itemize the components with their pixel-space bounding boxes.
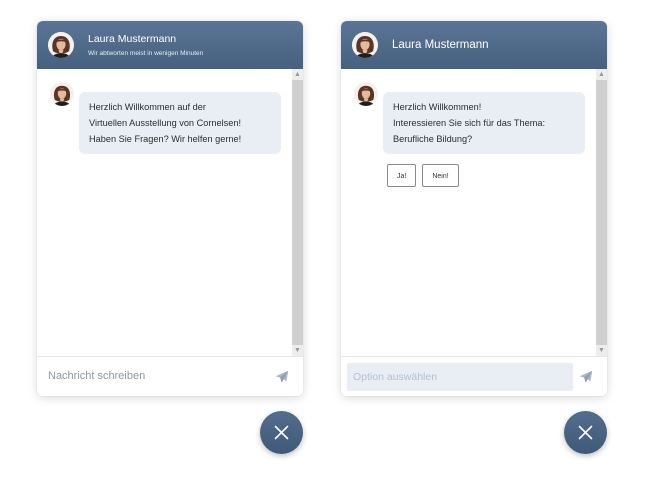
scroll-thumb[interactable] bbox=[292, 80, 303, 345]
message-line: Haben Sie Fragen? Wir helfen gerne! bbox=[89, 134, 242, 144]
scroll-down-icon[interactable]: ▼ bbox=[596, 345, 607, 356]
agent-status: Wir abtworten meist in wenigen Minuten bbox=[88, 50, 204, 57]
scrollbar[interactable]: ▲ ▼ bbox=[596, 69, 607, 356]
option-yes-button[interactable]: Ja! bbox=[387, 164, 417, 187]
message-line: Berufliche Bildung? bbox=[393, 134, 473, 144]
agent-avatar bbox=[352, 32, 378, 58]
message-line: Virtuellen Ausstellung von Cornelsen! bbox=[89, 118, 242, 128]
chat-header: Laura Mustermann Wir abtworten meist in … bbox=[37, 21, 303, 69]
scroll-up-icon[interactable]: ▲ bbox=[292, 69, 303, 80]
chat-messages: Herzlich Willkommen auf der Virtuellen A… bbox=[37, 69, 303, 356]
message-bubble: Herzlich Willkommen auf der Virtuellen A… bbox=[79, 92, 281, 154]
scroll-thumb[interactable] bbox=[596, 80, 607, 345]
message-line: Interessieren Sie sich für das Thema: bbox=[393, 118, 546, 128]
close-chat-button[interactable] bbox=[260, 411, 303, 454]
chat-widget-welcome: Laura Mustermann Wir abtworten meist in … bbox=[37, 21, 303, 396]
message-bubble: Herzlich Willkommen! Interessieren Sie s… bbox=[383, 92, 585, 154]
agent-name: Laura Mustermann bbox=[392, 39, 489, 51]
message-avatar bbox=[50, 82, 74, 106]
chat-header: Laura Mustermann bbox=[341, 21, 607, 69]
message-avatar bbox=[354, 82, 378, 106]
close-icon bbox=[274, 425, 289, 440]
send-icon[interactable] bbox=[275, 370, 289, 384]
scroll-down-icon[interactable]: ▼ bbox=[292, 345, 303, 356]
chat-messages: Herzlich Willkommen! Interessieren Sie s… bbox=[341, 69, 607, 356]
scrollbar[interactable]: ▲ ▼ bbox=[292, 69, 303, 356]
close-icon bbox=[578, 425, 593, 440]
scroll-up-icon[interactable]: ▲ bbox=[596, 69, 607, 80]
option-buttons: Ja! Nein! bbox=[387, 164, 465, 187]
agent-name: Laura Mustermann bbox=[88, 33, 177, 45]
message-input[interactable]: Nachricht schreiben bbox=[48, 370, 145, 382]
option-no-button[interactable]: Nein! bbox=[422, 164, 459, 187]
chat-footer: Option auswählen bbox=[341, 356, 607, 396]
option-select-input[interactable]: Option auswählen bbox=[347, 363, 573, 391]
message-line: Herzlich Willkommen auf der bbox=[89, 102, 206, 112]
stage: Laura Mustermann Wir abtworten meist in … bbox=[0, 0, 655, 477]
send-icon[interactable] bbox=[579, 370, 593, 384]
close-chat-button[interactable] bbox=[564, 411, 607, 454]
message-line: Herzlich Willkommen! bbox=[393, 102, 482, 112]
chat-widget-question: Laura Mustermann Herzlich Willkommen! In… bbox=[341, 21, 607, 396]
agent-avatar bbox=[48, 32, 74, 58]
chat-footer: Nachricht schreiben bbox=[37, 356, 303, 396]
